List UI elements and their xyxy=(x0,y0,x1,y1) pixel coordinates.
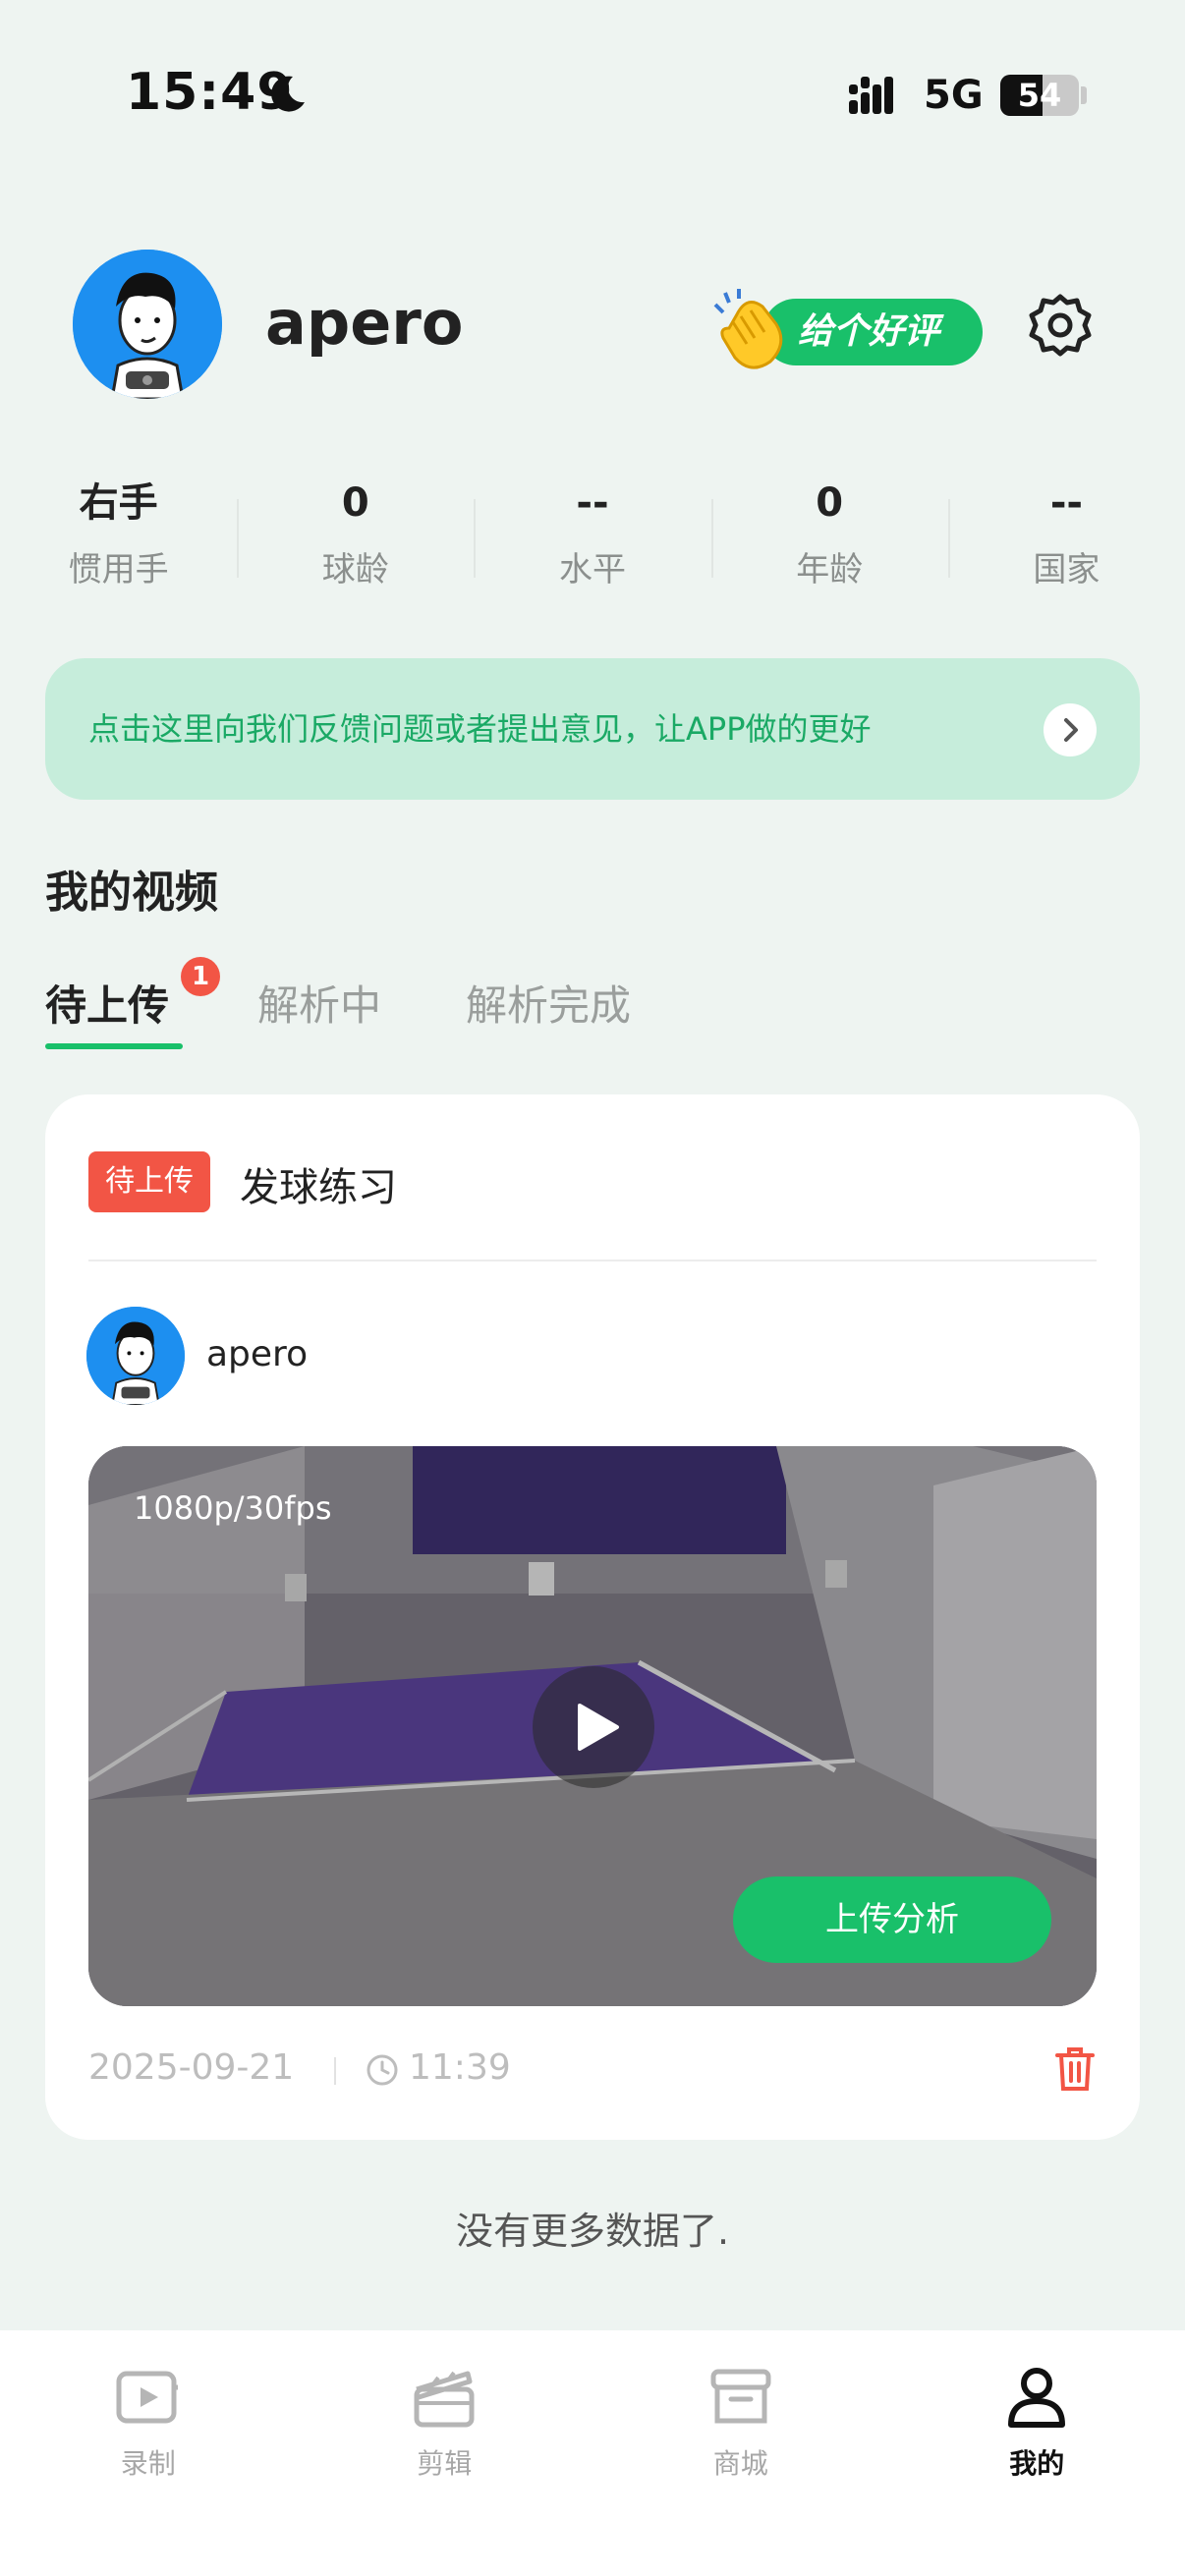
stat-level[interactable]: -- 水平 xyxy=(474,472,710,609)
nav-label: 剪辑 xyxy=(417,2447,473,2480)
store-icon xyxy=(710,2369,771,2424)
trash-icon[interactable] xyxy=(1053,2045,1097,2093)
clapperboard-icon xyxy=(414,2371,475,2428)
stat-value: 0 xyxy=(341,480,369,526)
nav-item-record[interactable]: 录制 xyxy=(0,2330,297,2576)
status-badge: 待上传 xyxy=(88,1151,210,1212)
stat-playing-years[interactable]: 0 球龄 xyxy=(237,472,474,609)
author-avatar xyxy=(86,1307,185,1405)
upload-analysis-button[interactable]: 上传分析 xyxy=(733,1876,1051,1963)
stat-value: 0 xyxy=(816,480,844,526)
nav-item-edit[interactable]: 剪辑 xyxy=(297,2330,593,2576)
nav-item-profile[interactable]: 我的 xyxy=(889,2330,1185,2576)
tab-analyzing[interactable]: 解析中 xyxy=(257,973,381,1033)
tab-label: 待上传 xyxy=(45,981,170,1030)
nav-item-store[interactable]: 商城 xyxy=(592,2330,889,2576)
tab-badge: 1 xyxy=(181,957,220,996)
nav-label: 我的 xyxy=(1009,2447,1065,2480)
divider xyxy=(88,1260,1097,1261)
no-more-data-text: 没有更多数据了. xyxy=(455,2210,730,2253)
network-label: 5G xyxy=(924,73,984,118)
profile-icon xyxy=(1008,2368,1066,2428)
video-thumbnail[interactable]: 1080p/30fps 上传分析 xyxy=(88,1446,1097,2006)
status-bar: 15:49 5G 54 xyxy=(0,0,1185,196)
tab-label: 解析中 xyxy=(257,981,382,1030)
feedback-banner[interactable]: 点击这里向我们反馈问题或者提出意见，让APP做的更好 xyxy=(45,658,1140,800)
stat-label: 惯用手 xyxy=(68,550,169,589)
section-title: 我的视频 xyxy=(45,868,218,918)
stat-label: 水平 xyxy=(559,550,626,589)
clapping-hands-icon xyxy=(713,289,783,369)
signal-icon xyxy=(849,77,893,114)
nav-label: 商城 xyxy=(712,2447,768,2480)
stat-label: 年龄 xyxy=(796,550,864,589)
profile-page: 15:49 5G 54 apero 给个好评 右手 惯用手 0 球龄 -- 水平… xyxy=(0,0,1185,2576)
tab-analysis-complete[interactable]: 解析完成 xyxy=(466,973,631,1033)
video-date: 2025-09-21 xyxy=(88,2047,295,2088)
tab-underline xyxy=(45,1043,183,1049)
feedback-text: 点击这里向我们反馈问题或者提出意见，让APP做的更好 xyxy=(88,710,872,748)
stat-value: -- xyxy=(1049,480,1084,526)
video-card[interactable]: 待上传 发球练习 apero 1080p/30fps 上传分析 2025-09-… xyxy=(45,1094,1140,2140)
rate-label: 给个好评 xyxy=(798,311,940,352)
stat-label: 球龄 xyxy=(321,550,389,589)
play-icon[interactable] xyxy=(533,1666,654,1788)
stat-handedness[interactable]: 右手 惯用手 xyxy=(0,472,237,609)
record-icon xyxy=(116,2371,178,2424)
stat-age[interactable]: 0 年龄 xyxy=(710,472,948,609)
nav-label: 录制 xyxy=(120,2447,176,2480)
tab-pending-upload[interactable]: 待上传 1 xyxy=(45,957,220,1049)
avatar[interactable] xyxy=(73,250,222,399)
tab-label: 解析完成 xyxy=(466,981,632,1030)
clock-icon xyxy=(367,2054,398,2086)
avatar-illustration xyxy=(73,250,222,399)
stat-value: 右手 xyxy=(79,480,158,526)
battery-level: 54 xyxy=(1017,77,1062,114)
meta-divider xyxy=(334,2057,336,2085)
settings-gear-icon[interactable] xyxy=(1026,291,1095,360)
chevron-right-icon xyxy=(1044,703,1097,756)
author-name: apero xyxy=(206,1334,309,1374)
username: apero xyxy=(265,287,464,359)
video-time: 11:39 xyxy=(409,2047,511,2088)
resolution-label: 1080p/30fps xyxy=(134,1489,332,1527)
video-title: 发球练习 xyxy=(240,1165,397,1210)
stat-value: -- xyxy=(576,480,609,526)
stat-country[interactable]: -- 国家 xyxy=(947,472,1185,609)
battery-cap xyxy=(1081,86,1087,104)
bottom-nav: 录制 剪辑 商城 我的 xyxy=(0,2330,1185,2576)
rate-app-button[interactable]: 给个好评 xyxy=(707,285,985,369)
moon-icon xyxy=(271,76,305,112)
profile-stats: 右手 惯用手 0 球龄 -- 水平 0 年龄 -- 国家 xyxy=(0,472,1185,609)
stat-label: 国家 xyxy=(1033,550,1100,589)
battery-icon: 54 xyxy=(1000,75,1079,116)
